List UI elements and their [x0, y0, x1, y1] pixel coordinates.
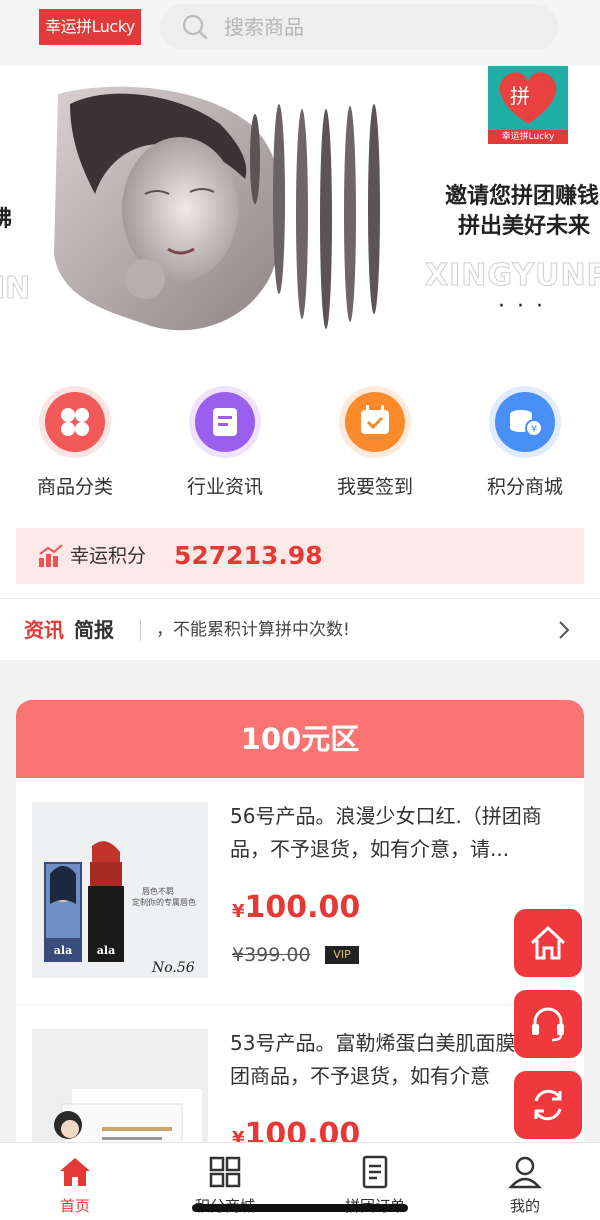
user-icon	[508, 1156, 542, 1189]
chevron-right-icon	[559, 621, 570, 639]
quick-nav-label: 商品分类	[36, 476, 113, 498]
app-logo[interactable]: 幸运拼Lucky	[39, 9, 141, 45]
quick-nav-points-mall[interactable]: ¥ 积分商城	[470, 386, 580, 499]
thumb-brand-left: ala	[54, 944, 72, 957]
order-list-icon	[362, 1155, 388, 1189]
search-placeholder: 搜索商品	[224, 15, 304, 39]
brand-tile: 拼 幸运拼Lucky	[488, 66, 568, 144]
product-card[interactable]: ala ala 唇色不羁 定制你的专属唇色 No.56 56号产品。浪漫少女口红…	[16, 778, 584, 1004]
clover-icon	[39, 386, 111, 458]
float-home-button[interactable]	[514, 909, 582, 977]
product-name: 56号产品。浪漫少女口红.（拼团商品，不予退货，如有介意，请...	[230, 804, 542, 861]
banner-left-partial-text: 拂	[0, 207, 13, 232]
float-service-button[interactable]	[514, 990, 582, 1058]
zone-title: 100元区	[16, 700, 584, 778]
news-divider	[140, 619, 141, 641]
coins-icon: ¥	[489, 386, 561, 458]
product-card[interactable]: 53号产品。富勒烯蛋白美肌面膜（拼团商品，不予退货，如有介意 ¥100.00	[16, 1004, 584, 1160]
quick-nav-checkin[interactable]: 我要签到	[320, 386, 430, 499]
news-message: ，不能累积计算拼中次数!	[156, 620, 350, 640]
float-refresh-button[interactable]	[514, 1071, 582, 1139]
home-icon	[530, 925, 566, 960]
search-icon	[182, 14, 208, 40]
calendar-check-icon	[339, 386, 411, 458]
quick-nav: 商品分类 行业资讯 我要签到 ¥ 积分商城	[0, 356, 600, 510]
lucky-points-card[interactable]: 幸运积分 527213.98	[16, 528, 584, 584]
banner-dots: ···	[498, 294, 555, 319]
tab-label: 首页	[59, 1197, 90, 1215]
top-header: 幸运拼Lucky 搜索商品	[0, 0, 600, 66]
tab-mine[interactable]: 我的	[450, 1143, 600, 1220]
quick-nav-label: 我要签到	[336, 476, 413, 498]
tab-home[interactable]: 首页	[0, 1143, 150, 1220]
quick-nav-news[interactable]: 行业资讯	[170, 386, 280, 499]
home-icon	[60, 1158, 90, 1186]
quick-nav-label: 行业资讯	[186, 476, 263, 498]
refresh-icon	[534, 1089, 562, 1121]
banner-watermark-right: XINGYUNP	[425, 258, 600, 294]
points-section: 幸运积分 527213.98	[0, 510, 600, 598]
price-currency: ¥	[232, 901, 245, 922]
banner-watermark-left: IN	[0, 271, 31, 307]
facemask-image	[32, 1029, 208, 1160]
thumb-text1: 唇色不羁	[142, 886, 174, 896]
lipstick-image: ala ala 唇色不羁 定制你的专属唇色 No.56	[32, 802, 208, 978]
banner-slogan-line2: 拼出美好未来	[458, 214, 591, 239]
points-label: 幸运积分	[70, 545, 147, 567]
promo-banner[interactable]: 拂 IN 拼 幸运拼Lucky 邀请您拼	[0, 66, 600, 356]
headset-icon	[532, 1007, 564, 1042]
home-indicator	[192, 1204, 408, 1212]
price-zone: 100元区 ala ala 唇色不羁 定制你的专属唇色 No.56 56号产品。…	[16, 700, 584, 1160]
search-bar[interactable]: 搜索商品	[160, 4, 558, 50]
news-title-dark: 简报	[74, 618, 114, 642]
news-title-red: 资讯	[24, 618, 64, 642]
grid-icon	[209, 1156, 241, 1188]
product-thumbnail	[32, 1029, 208, 1160]
document-icon	[189, 386, 261, 458]
tab-label: 我的	[509, 1197, 540, 1215]
banner-model-photo	[54, 86, 380, 331]
brand-tile-char: 拼	[510, 84, 530, 108]
thumb-caption: No.56	[151, 960, 195, 976]
quick-nav-category[interactable]: 商品分类	[20, 386, 130, 499]
original-price: ¥399.00	[232, 944, 311, 966]
price-value: 100.00	[244, 890, 361, 925]
vip-badge: VIP	[325, 946, 359, 964]
thumb-brand-right: ala	[97, 944, 115, 957]
product-price: ¥100.00	[232, 890, 360, 925]
svg-text:¥: ¥	[531, 424, 537, 435]
news-ticker[interactable]: 资讯 简报 ，不能累积计算拼中次数!	[0, 598, 600, 660]
quick-nav-label: 积分商城	[486, 476, 563, 498]
brand-tile-caption: 幸运拼Lucky	[488, 130, 568, 144]
trend-chart-icon	[39, 544, 63, 567]
banner-slogan-line1: 邀请您拼团赚钱	[445, 184, 600, 209]
product-thumbnail: ala ala 唇色不羁 定制你的专属唇色 No.56	[32, 802, 208, 978]
points-value: 527213.98	[174, 541, 323, 570]
thumb-text2: 定制你的专属唇色	[132, 897, 196, 907]
